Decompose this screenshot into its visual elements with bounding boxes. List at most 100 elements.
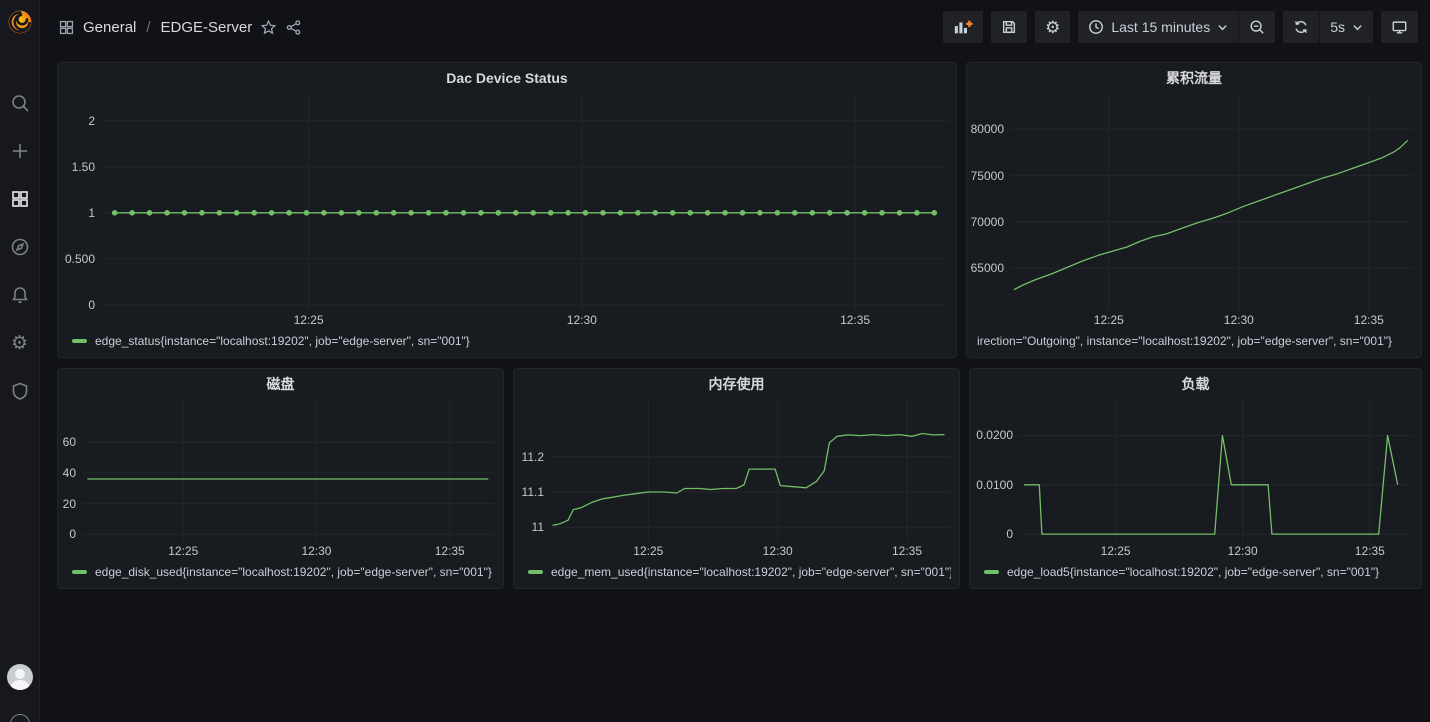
refresh-icon [1293, 19, 1309, 35]
legend-label[interactable]: irection="Outgoing", instance="localhost… [977, 334, 1392, 348]
refresh-interval-label: 5s [1330, 19, 1345, 35]
chart: 0204060 [58, 399, 503, 542]
topbar: General / EDGE-Server ⚙ Last 15 minutes [40, 0, 1430, 54]
x-axis: 12:2512:3012:35 [967, 311, 1421, 331]
x-axis: 12:2512:3012:35 [58, 311, 956, 331]
legend-label[interactable]: edge_load5{instance="localhost:19202", j… [1007, 565, 1379, 579]
shield-icon [10, 381, 30, 401]
chart-plot-area[interactable] [101, 93, 948, 311]
x-tick-label: 12:35 [1354, 313, 1384, 327]
legend-label[interactable]: edge_mem_used{instance="localhost:19202"… [551, 565, 951, 579]
star-icon [260, 19, 277, 36]
breadcrumb-section[interactable]: General [83, 19, 136, 36]
y-tick-label: 0.0100 [976, 478, 1013, 492]
legend-swatch-icon [72, 339, 87, 343]
legend: edge_disk_used{instance="localhost:19202… [58, 562, 503, 588]
sidebar-item-dashboards[interactable] [9, 188, 31, 210]
legend: irection="Outgoing", instance="localhost… [967, 331, 1421, 357]
sidebar-item-configuration[interactable]: ⚙ [9, 332, 31, 354]
chart-plot-area[interactable] [1010, 93, 1413, 311]
gear-icon: ⚙ [11, 334, 28, 353]
y-tick-label: 11 [532, 520, 544, 534]
legend: edge_load5{instance="localhost:19202", j… [970, 562, 1421, 588]
time-range-label: Last 15 minutes [1111, 19, 1210, 35]
x-tick-label: 12:30 [763, 544, 793, 558]
y-tick-label: 0 [1006, 527, 1013, 541]
x-tick-label: 12:35 [1355, 544, 1385, 558]
sidebar-item-search[interactable] [9, 92, 31, 114]
y-tick-label: 11.1 [522, 485, 544, 499]
y-axis: 0 0.0100 0.0200 [970, 399, 1019, 542]
user-avatar[interactable] [7, 664, 33, 690]
x-axis: 12:25 12:30 12:35 [970, 542, 1421, 562]
dashboards-grid-icon [10, 189, 30, 209]
sidebar-item-explore[interactable] [9, 236, 31, 258]
y-axis: 65000700007500080000 [967, 93, 1010, 311]
chart-plot-area[interactable] [82, 399, 495, 542]
legend-swatch-icon [528, 570, 543, 574]
panel-dac-device-status: Dac Device Status00.50011.50212:2512:301… [57, 62, 957, 358]
y-tick-label: 1.50 [72, 160, 95, 174]
x-tick-label: 12:30 [301, 544, 331, 558]
legend-swatch-icon [72, 570, 87, 574]
dashboard-grid: Dac Device Status00.50011.50212:2512:301… [40, 54, 1430, 589]
x-tick-label: 12:35 [892, 544, 922, 558]
breadcrumb-page-title[interactable]: EDGE-Server [161, 19, 253, 36]
y-tick-label: 11.2 [522, 450, 544, 464]
panel-title[interactable]: 内存使用 [514, 369, 959, 399]
refresh-button[interactable] [1283, 11, 1319, 43]
add-panel-icon [953, 18, 973, 36]
monitor-icon [1391, 19, 1408, 35]
grafana-logo[interactable] [6, 8, 34, 36]
x-tick-label: 12:25 [633, 544, 663, 558]
star-dashboard-button[interactable] [260, 19, 277, 36]
cycle-view-mode-button[interactable] [1381, 11, 1418, 43]
plus-icon [10, 141, 30, 161]
dashboard-apps-icon [58, 19, 75, 36]
x-tick-label: 12:30 [1228, 544, 1258, 558]
zoom-out-time-button[interactable] [1238, 11, 1275, 43]
x-axis: 12:25 12:30 12:35 [514, 542, 959, 562]
chart-plot-area[interactable] [550, 399, 951, 542]
y-tick-label: 0.0200 [976, 428, 1013, 442]
help-icon[interactable] [10, 714, 30, 722]
compass-icon [10, 237, 30, 257]
save-dashboard-button[interactable] [991, 11, 1027, 43]
dashboard-settings-button[interactable]: ⚙ [1035, 11, 1070, 43]
share-icon [285, 19, 302, 36]
panel-title[interactable]: 磁盘 [58, 369, 503, 399]
y-axis: 0204060 [58, 399, 82, 542]
sidebar-item-alerting[interactable] [9, 284, 31, 306]
y-tick-label: 60 [63, 435, 76, 449]
y-tick-label: 40 [63, 466, 76, 480]
chart-plot-area[interactable] [1019, 399, 1413, 542]
dashboard-row-2: 磁盘020406012:2512:3012:35edge_disk_used{i… [57, 368, 1422, 589]
share-dashboard-button[interactable] [285, 19, 302, 36]
search-icon [10, 93, 30, 113]
y-axis: 00.50011.502 [58, 93, 101, 311]
x-tick-label: 12:30 [567, 313, 597, 327]
sidebar-item-create[interactable] [9, 140, 31, 162]
panel-disk: 磁盘020406012:2512:3012:35edge_disk_used{i… [57, 368, 504, 589]
chart: 0 0.0100 0.0200 [970, 399, 1421, 542]
x-tick-label: 12:25 [1101, 544, 1131, 558]
legend-label[interactable]: edge_status{instance="localhost:19202", … [95, 334, 470, 348]
panel-title[interactable]: Dac Device Status [58, 63, 956, 93]
refresh-interval-picker[interactable]: 5s [1319, 11, 1373, 43]
breadcrumb: General / EDGE-Server [58, 19, 302, 36]
x-tick-label: 12:25 [1094, 313, 1124, 327]
panel-title[interactable]: 负载 [970, 369, 1421, 399]
time-range-picker[interactable]: Last 15 minutes [1078, 11, 1238, 43]
chevron-down-icon [1217, 22, 1228, 33]
y-tick-label: 0 [69, 527, 76, 541]
panel-load: 负载 0 0.0100 0.0200 12:25 12:30 12:35 edge_load5… [969, 368, 1422, 589]
y-tick-label: 2 [88, 114, 95, 128]
panel-title[interactable]: 累积流量 [967, 63, 1421, 93]
breadcrumb-separator: / [146, 19, 150, 36]
sidebar-item-server-admin[interactable] [9, 380, 31, 402]
save-icon [1001, 19, 1017, 35]
x-tick-label: 12:25 [168, 544, 198, 558]
add-panel-button[interactable] [943, 11, 983, 43]
legend-label[interactable]: edge_disk_used{instance="localhost:19202… [95, 565, 492, 579]
bell-icon [10, 285, 30, 305]
